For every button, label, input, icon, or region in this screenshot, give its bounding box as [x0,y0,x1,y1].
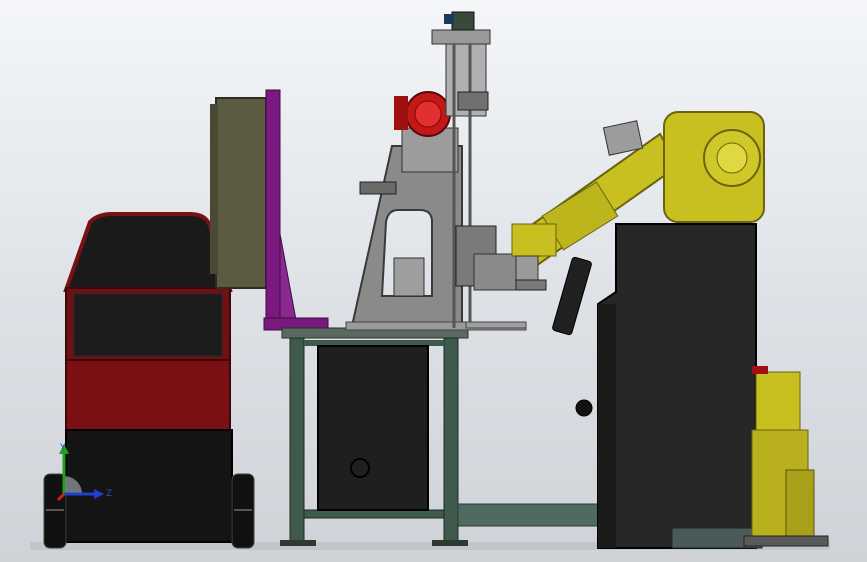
cart-mid-panel [65,359,231,431]
controller-front-edge [598,304,616,548]
end-effector [515,255,539,281]
robot-controller[interactable] [552,223,763,549]
table-leg-left [289,337,305,543]
teach-pendant [552,256,592,336]
coordinate-triad: Y Z [56,443,112,502]
fixture-table [465,321,527,329]
motor-mount [394,96,408,130]
cart-hood [63,212,233,292]
triad-z-label: Z [106,489,112,499]
base-motor [785,469,815,537]
purple-vertical-plate [265,89,281,331]
triad-x-axis [56,492,66,502]
table-leg-right [443,337,459,543]
column-cap [431,29,491,45]
motor-face [414,100,442,128]
triad-x-sector [64,476,82,494]
purple-gusset [279,233,297,321]
olive-box-side [210,104,218,274]
gripper [515,279,547,291]
base-beam [457,503,599,527]
lower-die [393,257,425,297]
c-frame-body [350,145,463,327]
foot-right [432,540,468,546]
controller-body [597,223,757,549]
machine-table-frame[interactable] [280,327,599,546]
pneumatic-cylinder [359,181,397,195]
assembly-model[interactable] [0,0,867,562]
wrist-block [511,223,557,257]
valve-fitting [444,14,454,24]
olive-box [215,97,267,289]
shoulder-motor-cap [716,142,748,174]
cart-window [73,293,223,357]
electrical-cabinet [317,345,429,511]
triad-z-arrow [94,489,104,499]
base-flange [743,535,829,547]
robot-pedestal [755,371,801,431]
controller-switch [575,399,593,417]
cad-viewport[interactable]: Y Z [0,0,867,562]
red-indicator [752,366,768,374]
triad-y-label: Y [59,443,66,453]
table-rail-bottom [303,509,445,519]
press-unit[interactable] [345,11,533,331]
foot-left [280,540,316,546]
column-clamp [457,91,489,111]
top-valve [451,11,475,31]
